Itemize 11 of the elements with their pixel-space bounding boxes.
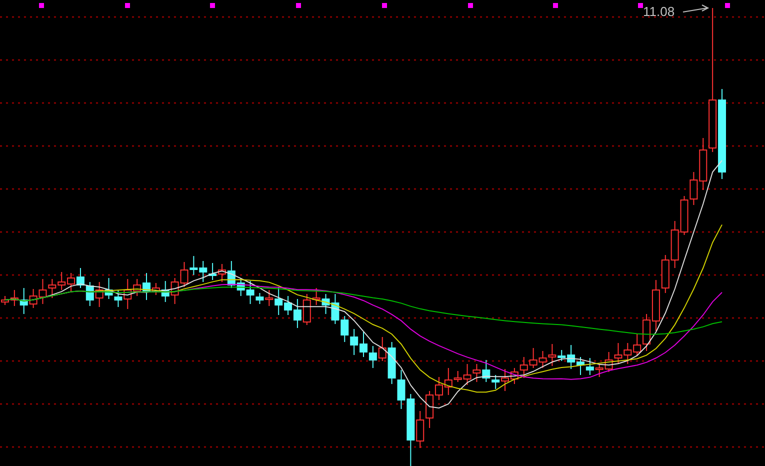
- marker-icon: [125, 3, 130, 8]
- marker-icon: [382, 3, 387, 8]
- arrow-icon: [682, 4, 710, 12]
- marker-icon: [638, 3, 643, 8]
- marker-icon: [725, 3, 730, 8]
- marker-icon: [296, 3, 301, 8]
- marker-icon: [210, 3, 215, 8]
- marker-icon: [468, 3, 473, 8]
- high-price-label: 11.08: [643, 5, 675, 18]
- marker-icon: [39, 3, 44, 8]
- marker-icon: [553, 3, 558, 8]
